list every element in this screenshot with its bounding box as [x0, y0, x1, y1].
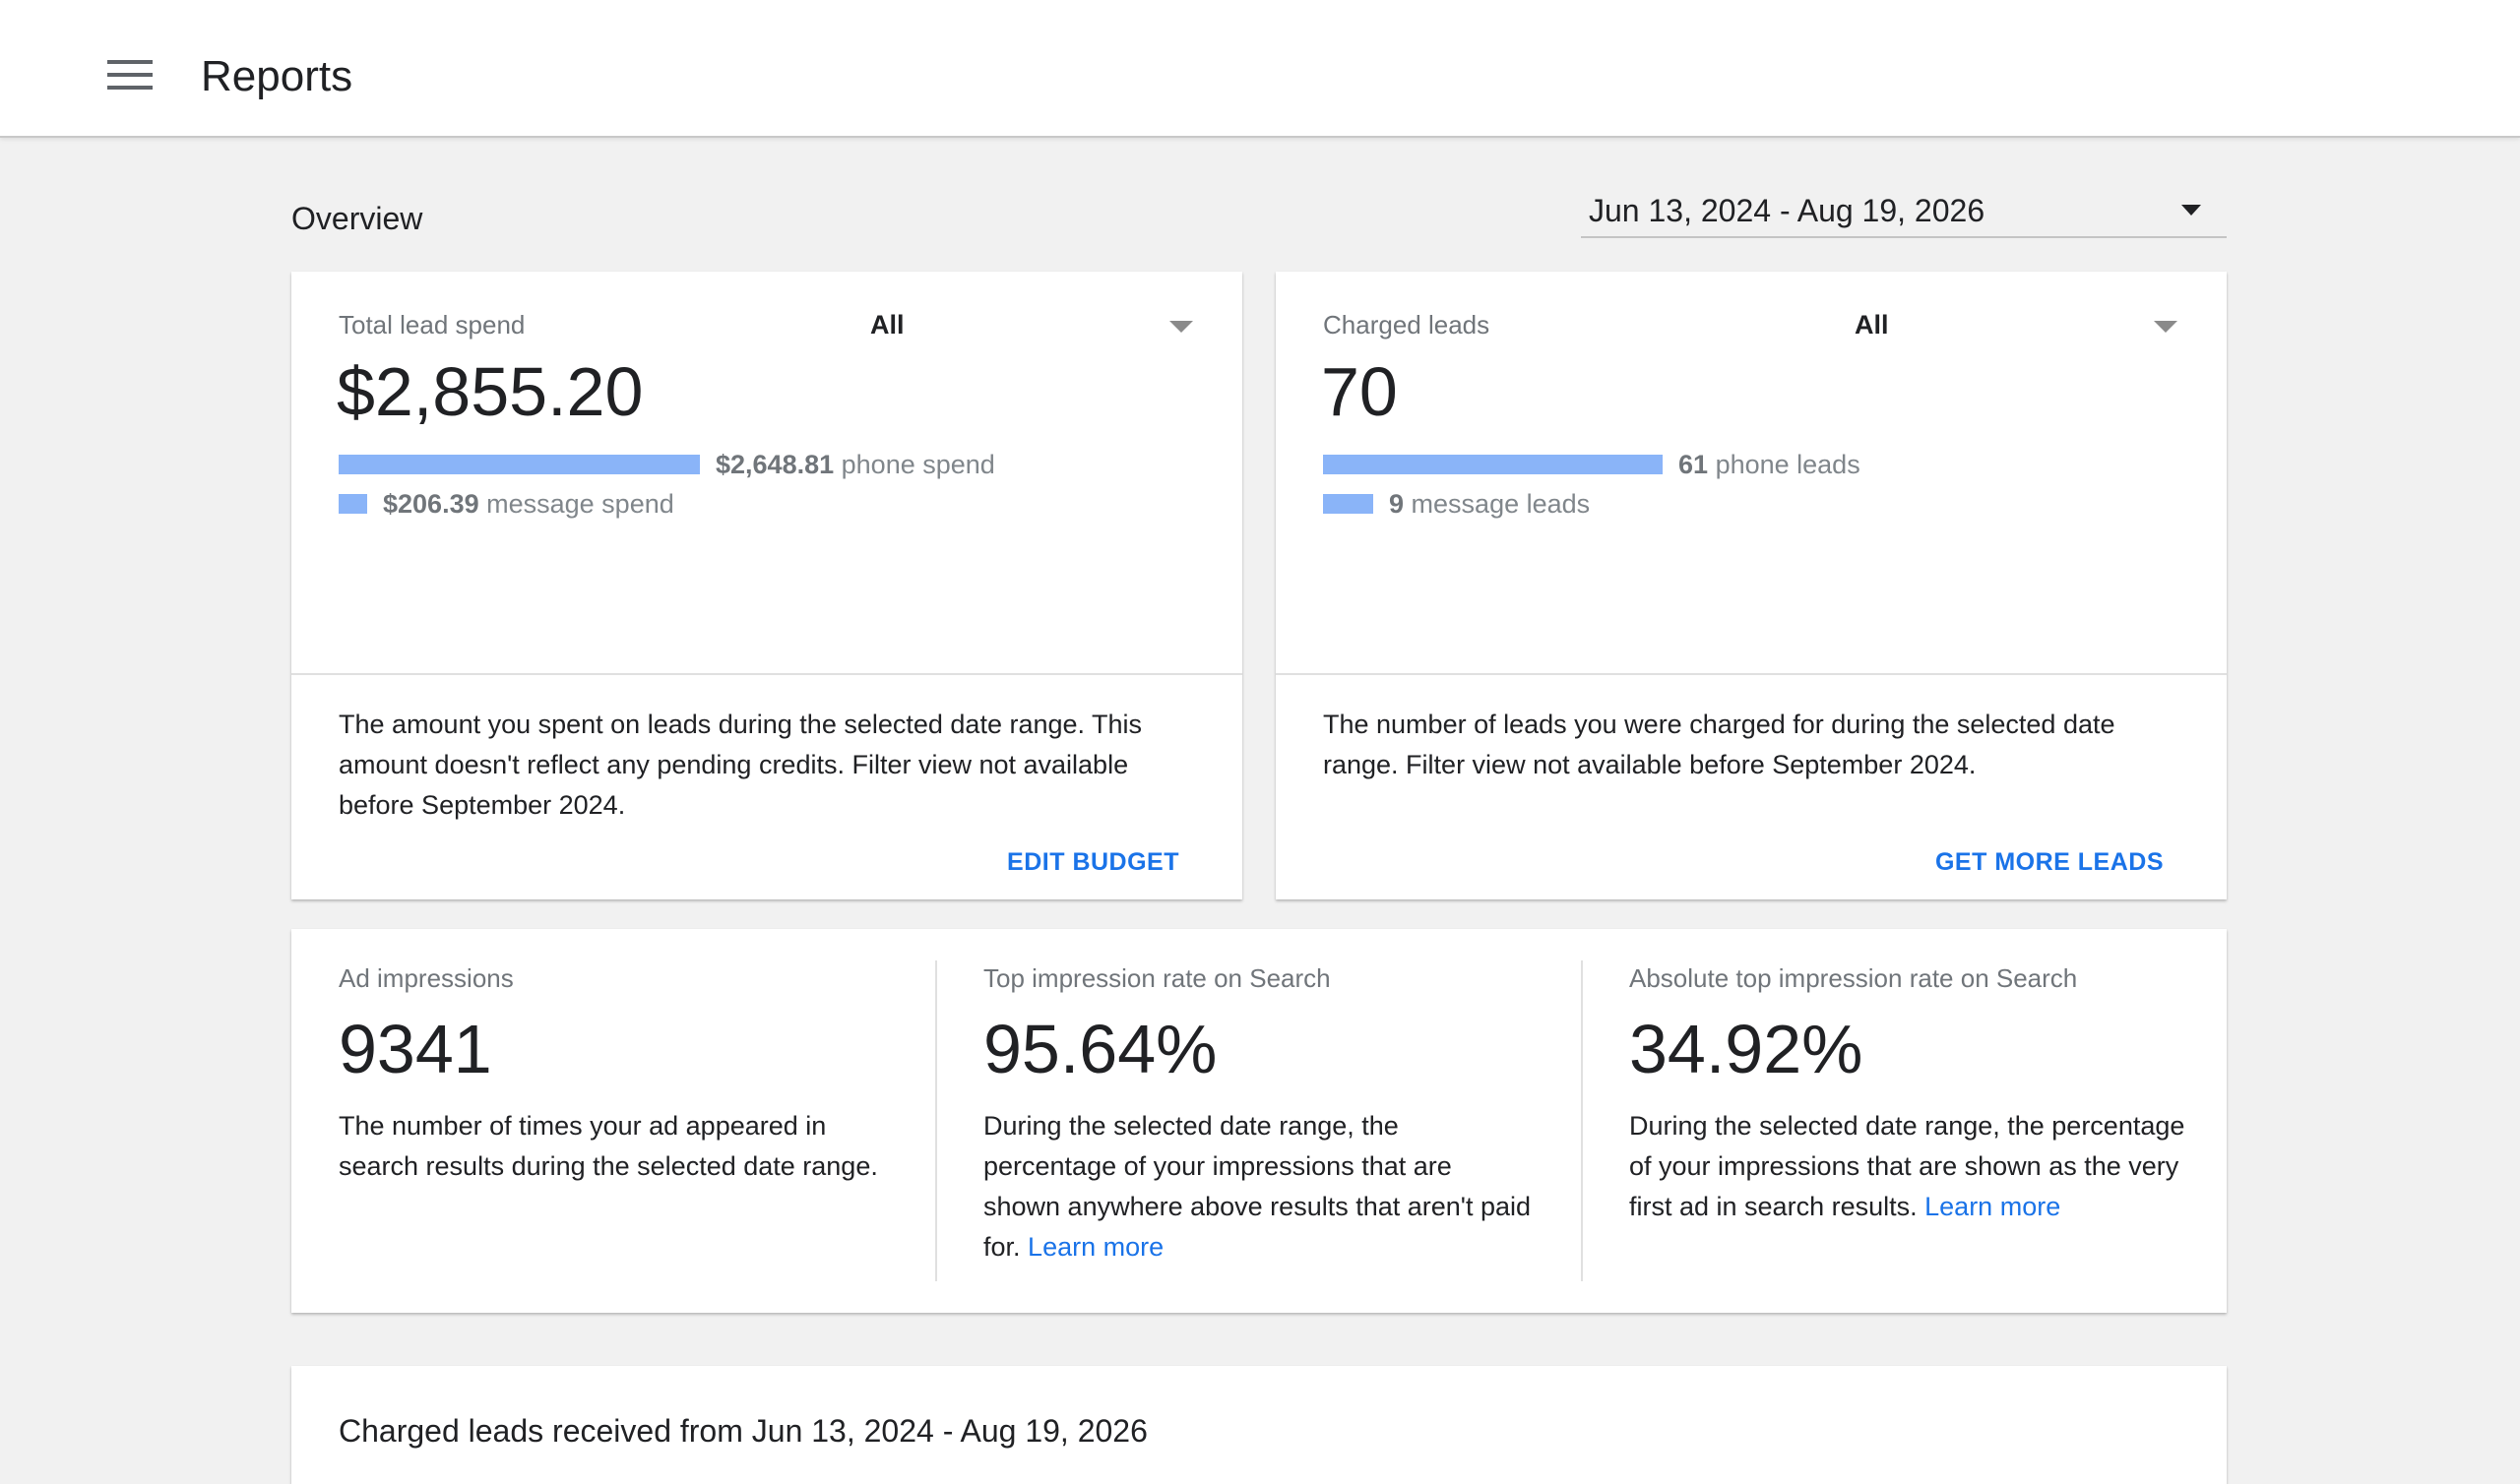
charged-leads-total: 70 [1321, 353, 1398, 430]
caret-down-icon [1169, 321, 1193, 333]
message-spend-amount: $206.39 [383, 489, 479, 519]
page-title: Reports [201, 52, 353, 100]
top-app-bar: Reports [0, 0, 2520, 138]
lead-spend-label: Total lead spend [339, 310, 526, 340]
impressions-stats-card: Ad impressions 9341 The number of times … [291, 929, 2227, 1313]
absolute-top-impression-rate-stat: Absolute top impression rate on Search 3… [1582, 929, 2227, 1313]
get-more-leads-button[interactable]: GET MORE LEADS [1935, 844, 2164, 880]
message-leads-row: 9 message leads [1323, 484, 1590, 524]
card-divider [291, 673, 1242, 675]
phone-leads-row: 61 phone leads [1323, 445, 1860, 484]
charged-leads-card: Charged leads All 70 61 phone leads 9 me… [1276, 272, 2227, 899]
top-impression-rate-stat: Top impression rate on Search 95.64% Dur… [936, 929, 1582, 1313]
charged-leads-description: The number of leads you were charged for… [1323, 710, 2115, 779]
phone-spend-label: phone spend [841, 450, 995, 479]
menu-button[interactable] [94, 43, 165, 106]
lead-spend-total: $2,855.20 [337, 353, 644, 430]
date-range-selector[interactable]: Jun 13, 2024 - Aug 19, 2026 [1581, 183, 2227, 238]
phone-spend-amount: $2,648.81 [716, 450, 835, 479]
ad-impressions-stat: Ad impressions 9341 The number of times … [291, 929, 936, 1313]
charged-leads-section-title: Charged leads received from Jun 13, 2024… [339, 1413, 1148, 1449]
learn-more-link[interactable]: Learn more [1028, 1232, 1164, 1262]
phone-leads-bar [1323, 455, 1663, 474]
overview-label: Overview [291, 201, 423, 236]
edit-budget-button[interactable]: EDIT BUDGET [1007, 844, 1179, 880]
phone-spend-bar [339, 455, 700, 474]
caret-down-icon [2181, 205, 2201, 216]
phone-spend-row: $2,648.81 phone spend [339, 445, 995, 484]
ad-impressions-label: Ad impressions [339, 963, 514, 993]
lead-spend-description: The amount you spent on leads during the… [339, 710, 1143, 820]
message-leads-label: message leads [1411, 489, 1591, 519]
lead-spend-filter-dropdown[interactable]: All [870, 299, 1205, 348]
charged-leads-section-card: Charged leads received from Jun 13, 2024… [291, 1366, 2227, 1484]
ad-impressions-description: The number of times your ad appeared in … [339, 1111, 878, 1181]
top-impression-rate-label: Top impression rate on Search [983, 963, 1331, 993]
absolute-top-impression-rate-value: 34.92% [1629, 1011, 1863, 1087]
message-spend-row: $206.39 message spend [339, 484, 674, 524]
lead-spend-card: Total lead spend All $2,855.20 $2,648.81… [291, 272, 1242, 899]
absolute-top-impression-rate-description: During the selected date range, the perc… [1629, 1111, 2185, 1221]
phone-leads-label: phone leads [1715, 450, 1860, 479]
date-range-value: Jun 13, 2024 - Aug 19, 2026 [1589, 193, 1985, 228]
charged-leads-label: Charged leads [1323, 310, 1490, 340]
lead-spend-filter-value: All [870, 310, 905, 340]
caret-down-icon [2154, 321, 2177, 333]
message-leads-bar [1323, 494, 1373, 514]
absolute-top-impression-rate-label: Absolute top impression rate on Search [1629, 963, 2078, 993]
top-impression-rate-description: During the selected date range, the perc… [983, 1111, 1531, 1262]
hamburger-menu-icon [107, 60, 153, 90]
charged-leads-filter-value: All [1855, 310, 1889, 340]
card-divider [1276, 673, 2227, 675]
message-spend-bar [339, 494, 367, 514]
message-spend-label: message spend [486, 489, 674, 519]
message-leads-count: 9 [1389, 489, 1405, 519]
phone-leads-count: 61 [1678, 450, 1709, 479]
ad-impressions-value: 9341 [339, 1011, 492, 1087]
charged-leads-filter-dropdown[interactable]: All [1855, 299, 2189, 348]
top-impression-rate-value: 95.64% [983, 1011, 1218, 1087]
learn-more-link[interactable]: Learn more [1924, 1192, 2060, 1221]
